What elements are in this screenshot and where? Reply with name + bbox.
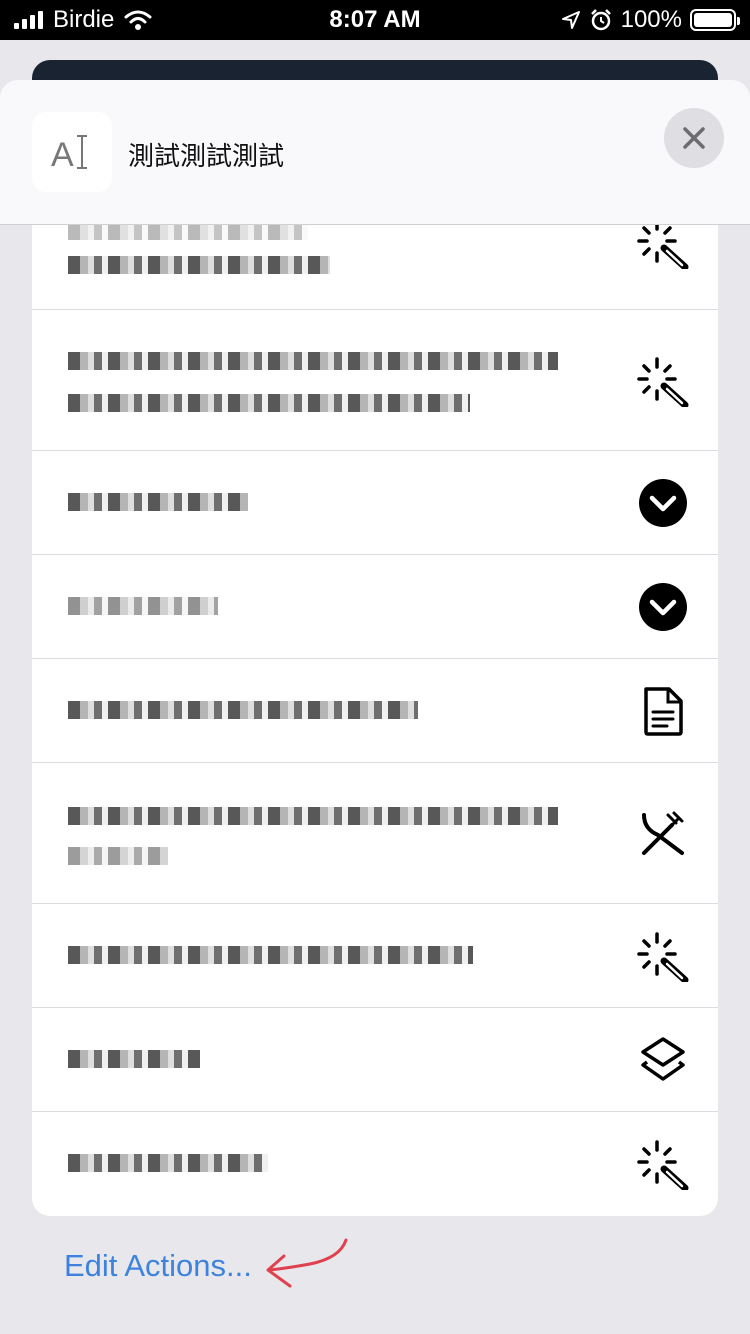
close-button[interactable] (664, 108, 724, 168)
actions-list (32, 160, 718, 1216)
close-icon (683, 127, 705, 149)
action-row[interactable] (32, 1112, 718, 1216)
action-row[interactable] (32, 904, 718, 1008)
fork-knife-icon (636, 807, 690, 861)
edit-actions-link[interactable]: Edit Actions... (64, 1248, 252, 1284)
alarm-icon (590, 9, 611, 31)
redacted-text (68, 847, 168, 865)
action-row[interactable] (32, 310, 718, 451)
text-cursor-icon: A (32, 112, 112, 192)
magic-wand-icon (636, 354, 690, 408)
redacted-text (68, 394, 470, 412)
chevron-down-circle-icon (636, 476, 690, 530)
action-row[interactable] (32, 555, 718, 659)
redacted-text (68, 256, 330, 274)
document-icon (636, 684, 690, 738)
redacted-text (68, 493, 248, 511)
action-row[interactable] (32, 763, 718, 904)
redacted-text (68, 1154, 268, 1172)
svg-text:A: A (51, 136, 74, 172)
status-bar: Birdie 8:07 AM 100% (0, 0, 750, 40)
redacted-text (68, 701, 418, 719)
action-row[interactable] (32, 1008, 718, 1112)
redacted-text (68, 597, 218, 615)
battery-icon (690, 9, 740, 31)
annotation-arrow-icon (266, 1238, 348, 1288)
redacted-text (68, 807, 558, 825)
sheet-header: A 測試測試測試 (0, 80, 750, 225)
redacted-text (68, 946, 473, 964)
magic-wand-icon (636, 929, 690, 983)
battery-percent: 100% (620, 6, 682, 33)
location-arrow-icon (561, 11, 580, 29)
action-row[interactable] (32, 659, 718, 763)
magic-wand-icon (636, 1137, 690, 1191)
redacted-text (68, 352, 558, 370)
chevron-down-circle-icon (636, 580, 690, 634)
redacted-text (68, 1050, 200, 1068)
action-row[interactable] (32, 451, 718, 555)
layers-icon (636, 1033, 690, 1087)
header-title: 測試測試測試 (128, 141, 285, 171)
